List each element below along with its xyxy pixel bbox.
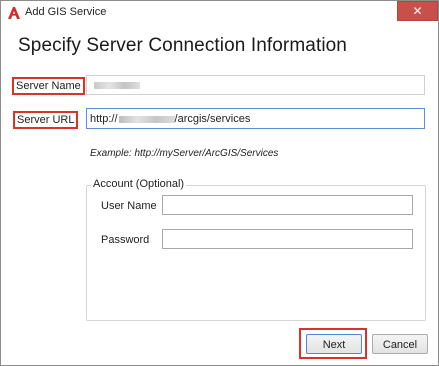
server-name-label: Server Name — [12, 77, 85, 95]
url-prefix: http:// — [90, 113, 118, 125]
close-button[interactable]: ✕ — [397, 1, 438, 21]
url-example-text: Example: http://myServer/ArcGIS/Services — [90, 148, 279, 159]
server-url-label: Server URL — [13, 111, 79, 129]
user-name-label: User Name — [101, 200, 157, 212]
redacted-server-name — [94, 82, 140, 89]
window-title: Add GIS Service — [25, 6, 107, 18]
next-button[interactable]: Next — [306, 334, 362, 354]
account-group-title: Account (Optional) — [91, 178, 187, 190]
server-url-value: http:// /arcgis/services — [90, 110, 250, 128]
title-bar: Add GIS Service ✕ — [1, 1, 438, 26]
url-suffix: /arcgis/services — [174, 113, 251, 125]
page-heading: Specify Server Connection Information — [18, 35, 347, 56]
cancel-button[interactable]: Cancel — [372, 334, 428, 354]
autocad-a-icon — [8, 7, 20, 19]
password-label: Password — [101, 234, 150, 246]
server-name-input[interactable] — [86, 75, 425, 95]
add-gis-service-dialog: Add GIS Service ✕ Specify Server Connect… — [0, 0, 439, 366]
redacted-host — [118, 115, 175, 123]
close-icon: ✕ — [412, 4, 423, 18]
user-name-input[interactable] — [162, 195, 413, 215]
password-input[interactable] — [162, 229, 413, 249]
server-url-input[interactable]: http:// /arcgis/services — [86, 108, 425, 129]
